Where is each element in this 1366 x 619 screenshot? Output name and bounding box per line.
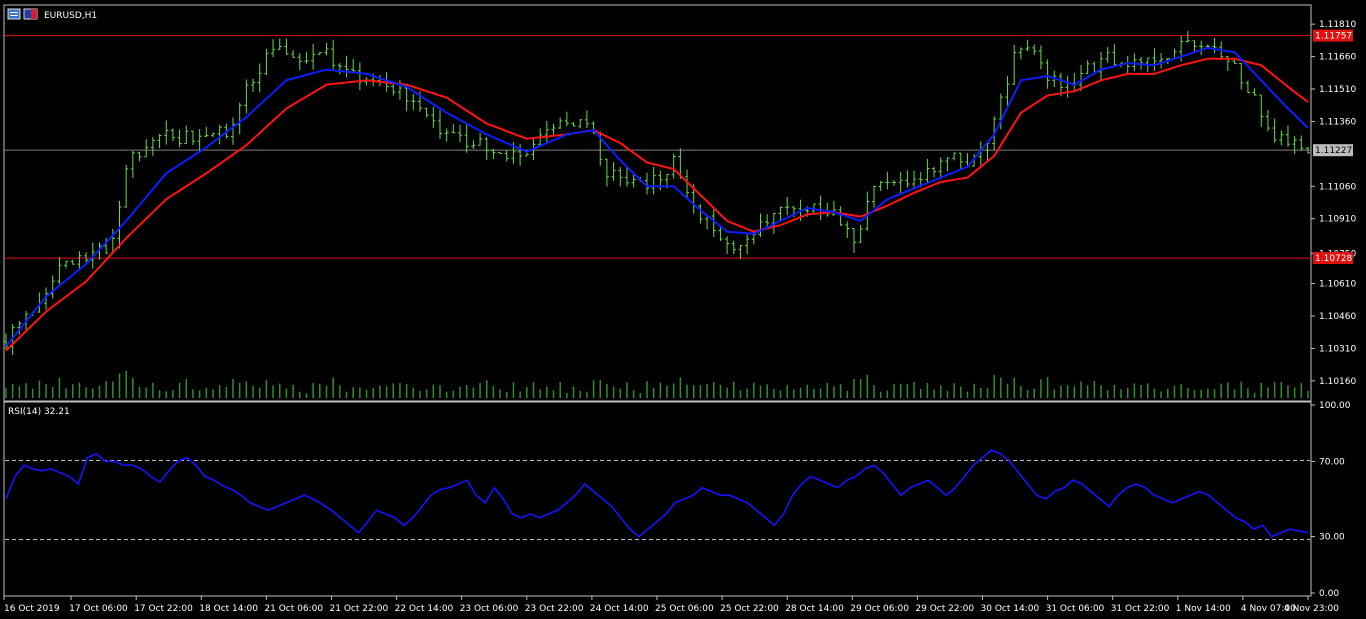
time-label: 22 Oct 14:00: [395, 604, 454, 614]
price-tick-label: 1.11510: [1319, 85, 1356, 95]
time-label: 21 Oct 06:00: [264, 604, 323, 614]
trading-chart[interactable]: 1.11810 1.11660 1.11510 1.11360 1.11060 1.109…: [0, 0, 1366, 619]
price-tag-label: 1.11757: [1315, 32, 1352, 42]
chart-window-icon-line: [10, 12, 18, 13]
time-label: 29 Oct 22:00: [915, 604, 974, 614]
time-label: 17 Oct 06:00: [69, 604, 128, 614]
price-tick-label: 1.11060: [1319, 182, 1356, 192]
time-label: 23 Oct 22:00: [525, 604, 584, 614]
price-tick-label: 1.10160: [1319, 377, 1356, 387]
symbol-title: EURUSD,H1: [44, 11, 97, 21]
chart-window-icon-line2: [10, 15, 18, 16]
rsi-tick-label: 30.00: [1319, 533, 1345, 543]
time-label: 24 Oct 14:00: [590, 604, 649, 614]
chart-window-icon: [7, 8, 21, 20]
chart-background: [0, 0, 1366, 619]
time-label: 17 Oct 22:00: [134, 604, 193, 614]
price-tick-label: 1.10610: [1319, 280, 1356, 290]
rsi-title: RSI(14) 32.21: [8, 407, 70, 417]
price-tag-label: 1.11227: [1315, 146, 1352, 156]
rsi-tick-label: 70.00: [1319, 457, 1345, 467]
time-label: 23 Oct 06:00: [460, 604, 519, 614]
flag-icon-stripe: [31, 9, 37, 19]
time-label: 31 Oct 22:00: [1111, 604, 1170, 614]
time-label: 28 Oct 14:00: [785, 604, 844, 614]
price-tick-label: 1.10460: [1319, 312, 1356, 322]
time-label: 4 Nov 23:00: [1284, 604, 1339, 614]
price-tick-label: 1.10310: [1319, 344, 1356, 354]
price-tick-label: 1.11810: [1319, 20, 1356, 30]
price-tick-label: 1.11360: [1319, 117, 1356, 127]
time-label: 30 Oct 14:00: [981, 604, 1040, 614]
time-label: 25 Oct 22:00: [720, 604, 779, 614]
time-label: 21 Oct 22:00: [330, 604, 389, 614]
rsi-tick-label: 100.00: [1319, 401, 1351, 411]
price-tick-label: 1.11660: [1319, 53, 1356, 63]
time-label: 16 Oct 2019: [4, 604, 60, 614]
time-label: 29 Oct 06:00: [850, 604, 909, 614]
time-label: 18 Oct 14:00: [199, 604, 258, 614]
time-label: 25 Oct 06:00: [655, 604, 714, 614]
time-label: 1 Nov 14:00: [1176, 604, 1231, 614]
time-label: 31 Oct 06:00: [1046, 604, 1105, 614]
price-tick-label: 1.10910: [1319, 215, 1356, 225]
price-tag-label: 1.10728: [1315, 254, 1352, 264]
rsi-tick-label: 0.00: [1319, 589, 1339, 599]
